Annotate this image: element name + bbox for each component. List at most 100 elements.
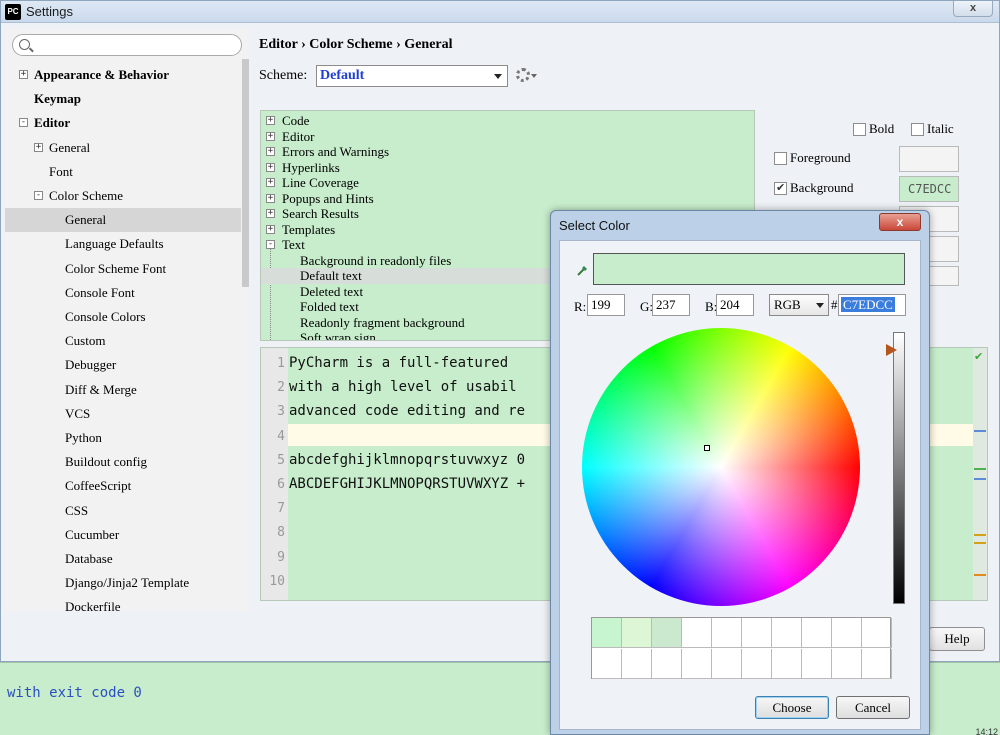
collapse-icon[interactable]: -: [266, 240, 275, 249]
error-stripe-mark[interactable]: [974, 542, 986, 544]
color-element-item[interactable]: + Popups and Hints: [261, 191, 754, 207]
sidebar-item[interactable]: - Editor: [5, 111, 241, 135]
expand-icon[interactable]: +: [266, 131, 275, 141]
sidebar-item[interactable]: VCS: [5, 402, 241, 426]
cancel-button[interactable]: Cancel: [836, 696, 910, 719]
recent-color-swatch[interactable]: [652, 649, 682, 679]
sidebar-item[interactable]: Django/Jinja2 Template: [5, 571, 241, 595]
window-close-button[interactable]: x: [953, 1, 993, 17]
recent-color-swatch[interactable]: [622, 649, 652, 679]
error-stripe-mark[interactable]: [974, 468, 986, 470]
italic-label: Italic: [927, 121, 954, 136]
sidebar-item[interactable]: Color Scheme Font: [5, 257, 241, 281]
recent-color-swatch[interactable]: [832, 649, 862, 679]
recent-color-swatch[interactable]: [622, 618, 652, 648]
color-element-item[interactable]: + Line Coverage: [261, 175, 754, 191]
recent-color-swatch[interactable]: [682, 618, 712, 648]
recent-color-swatch[interactable]: [652, 618, 682, 648]
dialog-close-button[interactable]: x: [879, 213, 921, 231]
expand-icon[interactable]: +: [34, 142, 43, 152]
gear-icon[interactable]: [516, 68, 530, 82]
sidebar-item[interactable]: Cucumber: [5, 523, 241, 547]
expand-icon[interactable]: +: [266, 162, 275, 172]
collapse-icon[interactable]: -: [19, 118, 28, 128]
scheme-select[interactable]: Default: [316, 65, 508, 87]
background-swatch[interactable]: C7EDCC: [899, 176, 959, 202]
red-input[interactable]: 199: [587, 294, 625, 316]
recent-color-swatch[interactable]: [742, 649, 772, 679]
foreground-checkbox[interactable]: [774, 152, 787, 165]
recent-color-swatch[interactable]: [742, 618, 772, 648]
sidebar-item[interactable]: Buildout config: [5, 450, 241, 474]
expand-icon[interactable]: +: [266, 209, 275, 218]
sidebar-item[interactable]: Custom: [5, 329, 241, 353]
choose-button[interactable]: Choose: [755, 696, 829, 719]
color-element-item[interactable]: + Editor: [261, 129, 754, 145]
sidebar-item[interactable]: Keymap: [5, 87, 241, 111]
sidebar-item[interactable]: Python: [5, 426, 241, 450]
line-number: 6: [277, 477, 285, 492]
recent-color-swatch[interactable]: [862, 649, 892, 679]
recent-color-swatch[interactable]: [772, 649, 802, 679]
expand-icon[interactable]: +: [266, 224, 275, 234]
sidebar-item-label: Buildout config: [65, 454, 147, 470]
error-stripe-mark[interactable]: [974, 478, 986, 480]
sidebar-item[interactable]: Console Colors: [5, 305, 241, 329]
recent-color-swatch[interactable]: [592, 618, 622, 648]
background-checkbox[interactable]: [774, 181, 787, 195]
color-mode-select[interactable]: RGB: [769, 294, 829, 316]
recent-color-swatch[interactable]: [712, 649, 742, 679]
recent-color-swatch[interactable]: [832, 618, 862, 648]
editor-scrollbar[interactable]: [973, 348, 987, 600]
sidebar-item-label: Django/Jinja2 Template: [65, 575, 190, 591]
color-element-item[interactable]: + Code: [261, 113, 754, 129]
italic-checkbox[interactable]: [911, 123, 924, 136]
line-number: 5: [277, 452, 285, 468]
color-element-item[interactable]: + Errors and Warnings: [261, 144, 754, 160]
color-element-item[interactable]: + Hyperlinks: [261, 160, 754, 176]
error-stripe-mark[interactable]: [974, 574, 986, 576]
recent-color-swatch[interactable]: [712, 618, 742, 648]
error-stripe-mark[interactable]: [974, 534, 986, 536]
sidebar-item[interactable]: Database: [5, 547, 241, 571]
green-input[interactable]: 237: [652, 294, 690, 316]
hex-input[interactable]: C7EDCC: [838, 294, 906, 316]
color-wheel[interactable]: [582, 328, 860, 606]
recent-color-swatch[interactable]: [802, 649, 832, 679]
sidebar-item[interactable]: Language Defaults: [5, 232, 241, 256]
sidebar-item[interactable]: - Color Scheme: [5, 184, 241, 208]
eyedropper-icon[interactable]: [576, 263, 590, 277]
sidebar-item[interactable]: Dockerfile: [5, 595, 241, 611]
recent-color-swatch[interactable]: [772, 618, 802, 648]
recent-color-swatch[interactable]: [682, 649, 712, 679]
sidebar-item[interactable]: + General: [5, 136, 241, 160]
expand-icon[interactable]: +: [266, 147, 275, 156]
expand-icon[interactable]: +: [266, 193, 275, 203]
sidebar-item[interactable]: CSS: [5, 499, 241, 523]
recent-color-swatch[interactable]: [802, 618, 832, 648]
color-wheel-cursor[interactable]: [704, 445, 710, 451]
expand-icon[interactable]: +: [266, 178, 275, 187]
search-input[interactable]: [35, 37, 235, 53]
sidebar-item[interactable]: CoffeeScript: [5, 474, 241, 498]
expand-icon[interactable]: +: [19, 70, 28, 79]
foreground-swatch[interactable]: [899, 146, 959, 172]
sidebar-item[interactable]: Debugger: [5, 353, 241, 377]
sidebar-item[interactable]: General: [5, 208, 241, 233]
sidebar-item[interactable]: + Appearance & Behavior: [5, 63, 241, 87]
expand-icon[interactable]: +: [266, 116, 275, 125]
brightness-handle[interactable]: [886, 344, 897, 356]
bold-checkbox[interactable]: [853, 123, 866, 136]
error-stripe-mark[interactable]: [974, 430, 986, 432]
recent-color-swatch[interactable]: [862, 618, 892, 648]
recent-color-swatch[interactable]: [592, 649, 622, 679]
sidebar-item[interactable]: Diff & Merge: [5, 378, 241, 402]
sidebar-item[interactable]: Console Font: [5, 281, 241, 305]
sidebar-scrollbar[interactable]: [242, 59, 249, 287]
sidebar-item[interactable]: Font: [5, 160, 241, 184]
help-button[interactable]: Help: [929, 627, 985, 651]
blue-input[interactable]: 204: [716, 294, 754, 316]
color-element-label: Line Coverage: [282, 175, 359, 190]
brightness-slider[interactable]: [893, 332, 905, 604]
collapse-icon[interactable]: -: [34, 191, 43, 200]
